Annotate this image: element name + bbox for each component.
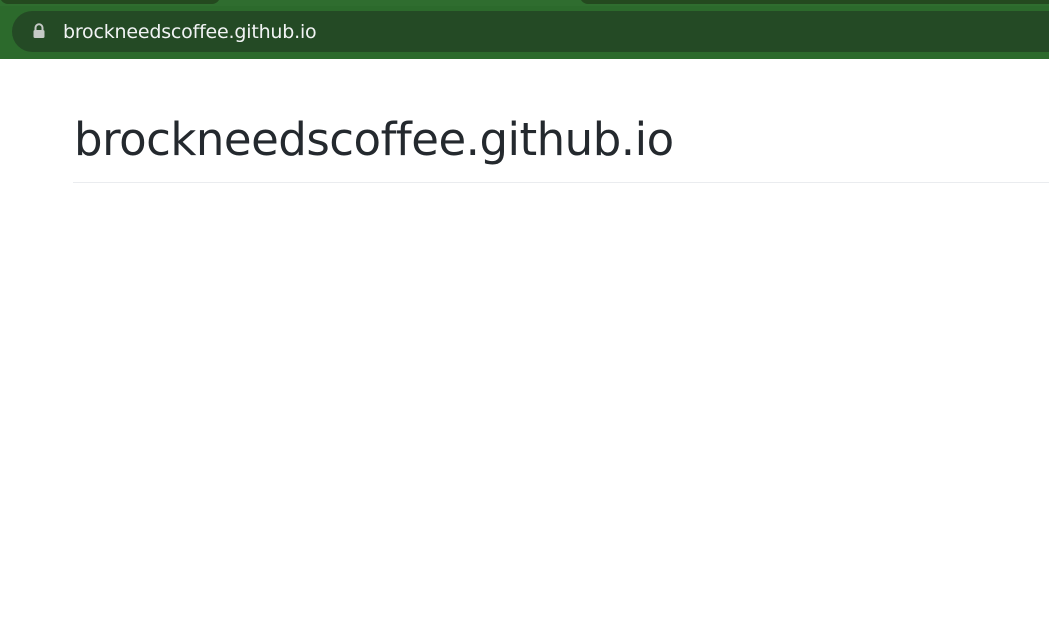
page-content: brockneedscoffee.github.io bbox=[0, 59, 1049, 643]
browser-tab[interactable] bbox=[580, 0, 1049, 4]
address-bar-url[interactable]: brockneedscoffee.github.io bbox=[63, 19, 317, 45]
browser-tab[interactable] bbox=[0, 0, 220, 4]
tab-strip bbox=[0, 0, 1049, 6]
browser-toolbar: brockneedscoffee.github.io bbox=[0, 0, 1049, 59]
title-divider bbox=[73, 182, 1049, 183]
page-title: brockneedscoffee.github.io bbox=[74, 113, 674, 166]
lock-icon[interactable] bbox=[32, 23, 46, 39]
